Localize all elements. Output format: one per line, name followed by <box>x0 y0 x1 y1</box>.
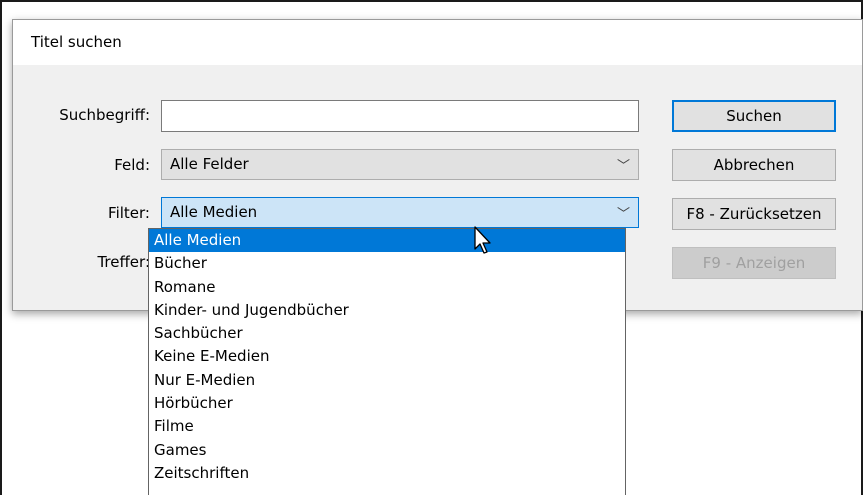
dialog-title: Titel suchen <box>31 33 122 51</box>
field-label: Feld: <box>114 156 150 174</box>
dropdown-option[interactable]: Hörbücher <box>149 392 625 415</box>
show-button: F9 - Anzeigen <box>672 247 836 279</box>
filter-label: Filter: <box>108 204 150 222</box>
dropdown-option[interactable]: Keine E-Medien <box>149 345 625 368</box>
chevron-down-icon: ﹀ <box>616 159 630 174</box>
filter-select-value: Alle Medien <box>170 203 258 221</box>
search-button[interactable]: Suchen <box>672 100 836 132</box>
search-term-label: Suchbegriff: <box>59 106 150 124</box>
dropdown-option[interactable]: Kinder- und Jugendbücher <box>149 299 625 322</box>
filter-dropdown-list[interactable]: Alle Medien Bücher Romane Kinder- und Ju… <box>148 228 626 495</box>
dropdown-option[interactable]: Filme <box>149 415 625 438</box>
reset-button[interactable]: F8 - Zurücksetzen <box>672 198 836 230</box>
dropdown-option[interactable]: Games <box>149 439 625 462</box>
dropdown-option[interactable]: Sachbücher <box>149 322 625 345</box>
search-input[interactable] <box>161 100 639 132</box>
field-select-value: Alle Felder <box>170 155 249 173</box>
dropdown-option[interactable]: Bücher <box>149 252 625 275</box>
title-bar: Titel suchen <box>13 20 862 65</box>
filter-select[interactable]: Alle Medien ﹀ <box>161 197 639 228</box>
dropdown-option[interactable]: Zeitschriften <box>149 462 625 485</box>
hits-label: Treffer: <box>97 253 150 271</box>
cancel-button[interactable]: Abbrechen <box>672 149 836 181</box>
field-select[interactable]: Alle Felder ﹀ <box>161 149 639 180</box>
dropdown-option[interactable]: Romane <box>149 276 625 299</box>
dropdown-option[interactable]: Nur E-Medien <box>149 369 625 392</box>
dropdown-option[interactable]: Alle Medien <box>149 229 625 253</box>
mouse-cursor-icon <box>474 226 491 254</box>
chevron-down-icon: ﹀ <box>616 207 630 222</box>
